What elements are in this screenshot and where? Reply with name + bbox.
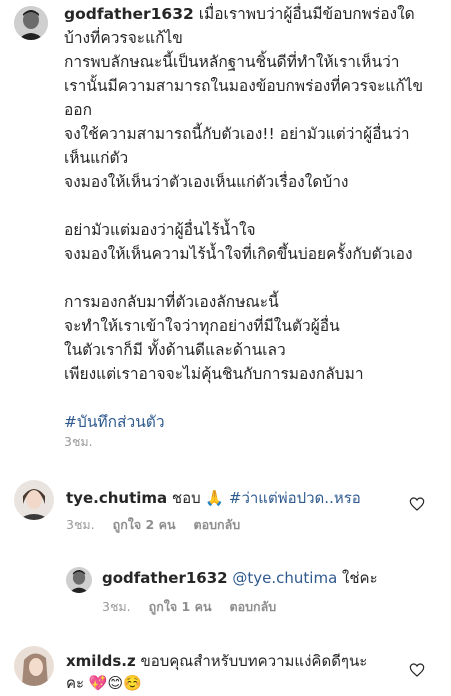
heart-outline-icon[interactable] — [409, 662, 425, 678]
heart-outline-icon[interactable] — [409, 496, 425, 512]
comment-likes[interactable]: ถูกใจ 1 คน — [149, 599, 212, 614]
caption-hashtag[interactable]: #บันทึกส่วนตัว — [64, 410, 444, 434]
comment-username[interactable]: xmilds.z — [66, 652, 136, 670]
comment-username[interactable]: tye.chutima — [66, 489, 167, 507]
caption-line: เห็นแก่ตัว — [64, 149, 129, 167]
post-username[interactable]: godfather1632 — [64, 5, 194, 23]
caption-line: การพบลักษณะนี้เป็นหลักฐานชิ้นดีที่ทำให้เ… — [64, 53, 400, 71]
comment-likes[interactable]: ถูกใจ 2 คน — [113, 517, 176, 532]
caption-line: ออก — [64, 101, 93, 119]
reply-avatar-godfather1632[interactable] — [66, 567, 92, 593]
caption-line: การมองกลับมาที่ตัวเองลักษณะนี้ — [64, 293, 279, 311]
comment-text: ใช่คะ — [342, 569, 378, 587]
caption-line: จงใช้ความสามารถนี้กับตัวเอง!! อย่ามัวแต่… — [64, 125, 410, 143]
comment-username[interactable]: godfather1632 — [102, 569, 228, 587]
comment-time: 3ชม. — [66, 517, 95, 532]
caption-line: เมื่อเราพบว่าผู้อื่นมีข้อบกพร่องใด — [198, 5, 415, 23]
comment: tye.chutima ชอบ 🙏 #ว่าแต่พ่อปวด..หรอ — [66, 486, 361, 510]
caption-line: จงมองให้เห็นความไร้น้ำใจที่เกิดขึ้นบ่อยค… — [64, 245, 413, 263]
post-meta: 3ชม. — [64, 432, 107, 452]
comment-text: ขอบคุณสำหรับบทความแง่คิดดีๆนะ — [140, 652, 368, 670]
avatar-image — [14, 6, 48, 40]
comment-avatar-xmilds-z[interactable] — [14, 646, 54, 686]
caption-line: จะทำให้เราเข้าใจว่าทุกอย่างที่มีในตัวผู้… — [64, 317, 340, 335]
caption-line: บ้างที่ควรจะแก้ไข — [64, 29, 183, 47]
comment-meta: 3ชม. ถูกใจ 2 คน ตอบกลับ — [66, 515, 254, 535]
reply-button[interactable]: ตอบกลับ — [230, 599, 277, 614]
avatar-image — [14, 480, 54, 520]
avatar-image — [14, 646, 54, 686]
comment: xmilds.z ขอบคุณสำหรับบทความแง่คิดดีๆนะ ค… — [66, 650, 367, 694]
caption-line: อย่ามัวแต่มองว่าผู้อื่นไร้น้ำใจ — [64, 221, 256, 239]
pray-emoji: 🙏 — [205, 489, 225, 507]
emoji-group: 💖😊☺️ — [88, 674, 142, 692]
caption-line: เรานั้นมีความสามารถในมองข้อบกพร่องที่ควร… — [64, 77, 424, 95]
comment-hashtag[interactable]: #ว่าแต่พ่อปวด..หรอ — [229, 489, 361, 507]
avatar-image — [66, 567, 92, 593]
comment-mention[interactable]: @tye.chutima — [232, 569, 337, 587]
comment-text: ชอบ — [171, 489, 201, 507]
reply-button[interactable]: ตอบกลับ — [194, 517, 241, 532]
caption-line: เพียงแต่เราอาจจะไม่คุ้นชินกับการมองกลับม… — [64, 365, 364, 383]
comment-avatar-tye-chutima[interactable] — [14, 480, 54, 520]
post-author-avatar[interactable] — [14, 6, 48, 40]
caption-line: จงมองให้เห็นว่าตัวเองเห็นแก่ตัวเรื่องใดบ… — [64, 173, 349, 191]
comment-time: 3ชม. — [102, 599, 131, 614]
post-caption: godfather1632 เมื่อเราพบว่าผู้อื่นมีข้อบ… — [64, 2, 444, 434]
comment-text: คะ — [66, 674, 85, 692]
caption-line: ในตัวเราก็มี ทั้งด้านดีและด้านเลว — [64, 341, 286, 359]
reply-comment: godfather1632 @tye.chutima ใช่คะ — [102, 566, 378, 590]
post-time: 3ชม. — [64, 434, 93, 449]
comment-meta: 3ชม. ถูกใจ 1 คน ตอบกลับ — [102, 597, 290, 617]
